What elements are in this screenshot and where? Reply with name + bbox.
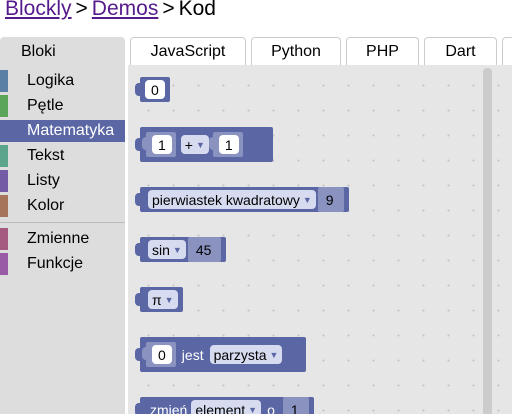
category-label: Matematyka — [27, 122, 115, 139]
trig-value[interactable]: 45 — [196, 242, 218, 258]
category-logika[interactable]: Logika — [0, 70, 125, 92]
category-label: Logika — [27, 72, 75, 89]
category-petle[interactable]: Pętle — [0, 95, 125, 117]
category-color-bar — [0, 70, 8, 92]
tab-python[interactable]: Python — [251, 37, 341, 65]
flyout-workspace: 0 1 + ▼ 1 pierwiastek kwadratowy ▼ 9 sin ▼ … — [128, 65, 512, 414]
dropdown-arrow-icon: ▼ — [302, 194, 312, 205]
property-value-field[interactable]: 0 — [152, 345, 172, 364]
input-socket: 1 — [282, 397, 309, 414]
category-label: Funkcje — [27, 255, 84, 272]
breadcrumb-separator: > — [75, 0, 88, 20]
category-tekst[interactable]: Tekst — [0, 145, 125, 167]
single-value[interactable]: 9 — [326, 192, 340, 208]
constant-dropdown[interactable]: π ▼ — [148, 290, 178, 309]
breadcrumb: Blockly > Demos > Kod — [5, 0, 216, 21]
change-by-word: o — [267, 401, 275, 414]
operand-b-field[interactable]: 1 — [218, 135, 239, 154]
trig-op-dropdown[interactable]: sin ▼ — [148, 240, 186, 259]
breadcrumb-separator: > — [162, 0, 175, 20]
math-number-block[interactable]: 0 — [135, 77, 170, 102]
math-arithmetic-block[interactable]: 1 + ▼ 1 — [135, 127, 273, 162]
tab-bloki[interactable]: Bloki — [0, 37, 125, 65]
math-single-block[interactable]: pierwiastek kwadratowy ▼ 9 — [135, 187, 349, 212]
category-zmienne[interactable]: Zmienne — [0, 228, 125, 250]
dropdown-arrow-icon: ▼ — [164, 294, 174, 305]
change-word: zmień — [150, 401, 188, 414]
category-label: Tekst — [27, 147, 65, 164]
tab-more[interactable] — [502, 37, 512, 65]
toolbox: Logika Pętle Matematyka Tekst Listy Kolo… — [0, 65, 125, 414]
category-funkcje[interactable]: Funkcje — [0, 253, 125, 275]
constant-label: π — [152, 291, 162, 308]
category-color-bar — [0, 145, 8, 167]
breadcrumb-current: Kod — [178, 0, 216, 20]
input-socket: 0 — [142, 342, 176, 367]
property-word: jest — [181, 346, 204, 363]
property-label: parzysta — [213, 346, 267, 363]
breadcrumb-link-blockly[interactable]: Blockly — [5, 0, 72, 20]
trig-op-label: sin — [152, 241, 170, 258]
input-socket: 1 — [142, 132, 176, 157]
math-number-property-block[interactable]: 0 jest parzysta ▼ — [135, 337, 306, 372]
dropdown-arrow-icon: ▼ — [172, 244, 182, 255]
input-socket: 9 — [317, 187, 344, 212]
category-label: Pętle — [27, 97, 64, 114]
category-label: Zmienne — [27, 230, 90, 247]
tab-dart[interactable]: Dart — [424, 37, 497, 65]
input-socket: 45 — [187, 237, 222, 262]
category-listy[interactable]: Listy — [0, 170, 125, 192]
tab-bar: Bloki JavaScript Python PHP Dart — [0, 37, 512, 66]
category-label: Listy — [27, 172, 60, 189]
category-matematyka[interactable]: Matematyka — [0, 120, 125, 142]
single-op-dropdown[interactable]: pierwiastek kwadratowy ▼ — [148, 190, 316, 209]
dropdown-arrow-icon: ▼ — [248, 404, 258, 414]
dropdown-arrow-icon: ▼ — [269, 349, 279, 360]
dropdown-arrow-icon: ▼ — [195, 139, 205, 150]
category-color-bar — [0, 253, 8, 275]
category-color-bar — [0, 228, 8, 250]
variable-dropdown[interactable]: element ▼ — [191, 400, 262, 414]
category-color-bar — [0, 120, 8, 142]
number-field[interactable]: 0 — [145, 80, 165, 99]
flyout-scrollbar[interactable] — [483, 68, 492, 414]
input-socket: 1 — [208, 132, 243, 157]
change-value[interactable]: 1 — [291, 402, 305, 414]
tab-javascript[interactable]: JavaScript — [130, 37, 246, 65]
breadcrumb-link-demos[interactable]: Demos — [92, 0, 159, 20]
tab-php[interactable]: PHP — [346, 37, 419, 65]
category-color-bar — [0, 95, 8, 117]
category-color-bar — [0, 195, 8, 217]
category-label: Kolor — [27, 197, 65, 214]
category-kolor[interactable]: Kolor — [0, 195, 125, 217]
single-op-label: pierwiastek kwadratowy — [152, 191, 300, 208]
math-change-block[interactable]: zmień element ▼ o 1 — [135, 397, 314, 414]
category-color-bar — [0, 170, 8, 192]
operator-label: + — [184, 136, 193, 153]
property-dropdown[interactable]: parzysta ▼ — [209, 345, 283, 364]
variable-label: element — [195, 401, 246, 414]
operator-dropdown[interactable]: + ▼ — [180, 135, 209, 154]
math-constant-block[interactable]: π ▼ — [135, 287, 183, 312]
operand-a-field[interactable]: 1 — [152, 135, 172, 154]
toolbox-separator — [0, 222, 125, 223]
math-trig-block[interactable]: sin ▼ 45 — [134, 237, 227, 262]
